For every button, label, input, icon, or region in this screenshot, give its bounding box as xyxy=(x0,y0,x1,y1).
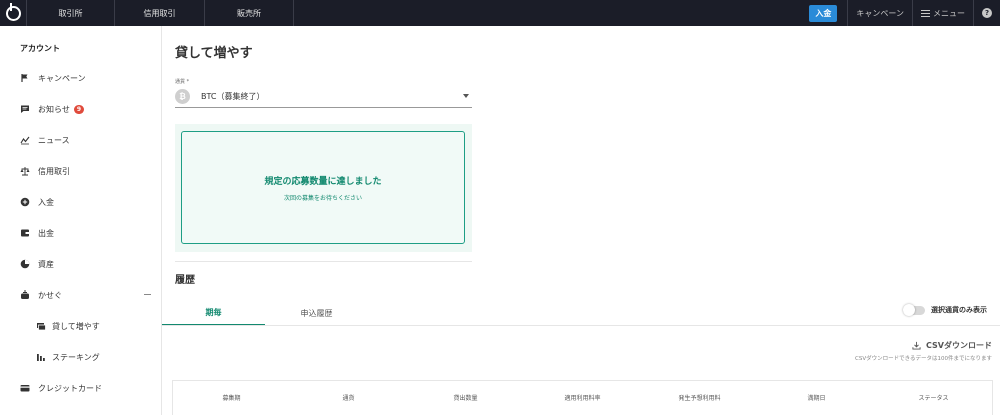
currency-value: BTC（募集終了） xyxy=(201,92,265,101)
scale-icon xyxy=(20,166,30,176)
table-header-cell[interactable]: 発生予想利用料 xyxy=(641,393,758,402)
logo-icon xyxy=(5,2,21,21)
history-table: 募集期 通貨 貸出数量 適用利用料率 発生予想利用料 満期日 ステータス xyxy=(172,380,993,415)
sidebar-item-label: 信用取引 xyxy=(38,166,70,176)
history-title: 履歴 xyxy=(175,275,195,286)
top-right-actions: 入金 キャンペーン メニュー ? xyxy=(809,0,1000,26)
pie-chart-icon xyxy=(20,259,30,269)
message-icon xyxy=(20,104,30,114)
csv-note: CSVダウンロードできるデータは100件までになります xyxy=(855,356,992,362)
wallet-icon xyxy=(20,228,30,238)
currency-select[interactable]: ₿ BTC（募集終了） xyxy=(175,86,472,108)
sidebar-item-credit-card[interactable]: クレジットカード xyxy=(0,378,161,398)
table-header-cell[interactable]: 適用利用料率 xyxy=(524,393,641,402)
plus-circle-icon xyxy=(20,197,30,207)
sidebar-item-assets[interactable]: 資産 xyxy=(0,254,161,274)
piggy-bank-icon xyxy=(20,290,30,300)
top-nav-margin[interactable]: 信用取引 xyxy=(114,0,204,26)
sidebar-item-news[interactable]: ニュース xyxy=(0,130,161,150)
notice-title: 規定の応募数量に達しました xyxy=(264,176,382,187)
history-tabs: 期毎 申込履歴 xyxy=(162,300,368,326)
sidebar-item-label: 貸して増やす xyxy=(52,321,100,331)
top-nav-exchange[interactable]: 取引所 xyxy=(26,0,114,26)
sidebar-item-label: かせぐ xyxy=(38,290,62,300)
logo[interactable] xyxy=(0,0,26,26)
table-header-cell[interactable]: 通貨 xyxy=(290,393,407,402)
hamburger-icon xyxy=(921,8,930,19)
sidebar-item-label: クレジットカード xyxy=(38,383,102,393)
deposit-button[interactable]: 入金 xyxy=(809,4,838,22)
divider xyxy=(175,261,472,262)
help-icon: ? xyxy=(982,8,992,18)
campaign-link[interactable]: キャンペーン xyxy=(847,0,912,26)
notification-badge: 9 xyxy=(73,104,85,114)
sidebar-item-label: 資産 xyxy=(38,259,54,269)
selected-currency-toggle[interactable]: 選択通貨のみ表示 xyxy=(903,303,987,316)
sidebar-item-news-notice[interactable]: お知らせ 9 xyxy=(0,99,161,119)
sidebar-item-withdraw[interactable]: 出金 xyxy=(0,223,161,243)
tab-application-history[interactable]: 申込履歴 xyxy=(265,300,368,326)
page-title: 貸して増やす xyxy=(175,46,253,61)
news-chart-icon xyxy=(20,135,30,145)
toggle-label: 選択通貨のみ表示 xyxy=(931,306,987,314)
sidebar: アカウント キャンペーン お知らせ 9 ニュース 信用取引 入金 出金 資産 か… xyxy=(0,26,162,415)
download-icon xyxy=(912,341,921,350)
sidebar-item-staking[interactable]: ステーキング xyxy=(0,347,161,367)
sidebar-item-label: 出金 xyxy=(38,228,54,238)
table-header-cell[interactable]: 満期日 xyxy=(758,393,875,402)
csv-download-label: CSVダウンロード xyxy=(926,341,992,350)
sidebar-item-lend[interactable]: 貸して増やす xyxy=(0,316,161,336)
chevron-down-icon xyxy=(463,94,469,98)
menu-label: メニュー xyxy=(933,8,965,18)
table-header-cell[interactable]: 募集期 xyxy=(173,393,290,402)
notice-box: 規定の応募数量に達しました 次回の募集をお待ちください xyxy=(181,131,465,244)
sidebar-item-label: お知らせ xyxy=(38,104,70,114)
sidebar-item-label: ニュース xyxy=(38,135,70,145)
table-header-row: 募集期 通貨 貸出数量 適用利用料率 発生予想利用料 満期日 ステータス xyxy=(173,381,992,414)
lend-icon xyxy=(36,321,46,331)
sidebar-item-label: ステーキング xyxy=(52,352,100,362)
sidebar-item-label: キャンペーン xyxy=(38,73,86,83)
sidebar-item-deposit[interactable]: 入金 xyxy=(0,192,161,212)
table-header-cell[interactable]: ステータス xyxy=(875,393,992,402)
menu-button[interactable]: メニュー xyxy=(912,0,973,26)
top-nav-sales[interactable]: 販売所 xyxy=(204,0,294,26)
sidebar-item-campaign[interactable]: キャンペーン xyxy=(0,68,161,88)
top-nav: 取引所 信用取引 販売所 xyxy=(26,0,294,26)
collapse-icon[interactable] xyxy=(144,294,151,295)
tab-period[interactable]: 期毎 xyxy=(162,300,265,326)
csv-download-button[interactable]: CSVダウンロード xyxy=(912,340,992,351)
sidebar-item-label: 入金 xyxy=(38,197,54,207)
notice-panel: 規定の応募数量に達しました 次回の募集をお待ちください xyxy=(175,124,472,252)
tabs-divider xyxy=(162,325,1000,326)
sidebar-item-earn[interactable]: かせぐ xyxy=(0,285,161,305)
sidebar-item-margin[interactable]: 信用取引 xyxy=(0,161,161,181)
top-bar: 取引所 信用取引 販売所 入金 キャンペーン メニュー ? xyxy=(0,0,1000,26)
notice-subtitle: 次回の募集をお待ちください xyxy=(283,194,362,202)
toggle-switch[interactable] xyxy=(903,303,925,316)
bitcoin-icon: ₿ xyxy=(175,89,190,104)
sidebar-title: アカウント xyxy=(20,44,60,53)
table-header-cell[interactable]: 貸出数量 xyxy=(407,393,524,402)
flag-icon xyxy=(20,73,30,83)
bar-chart-icon xyxy=(36,352,46,362)
currency-label: 通貨 * xyxy=(175,79,190,85)
help-button[interactable]: ? xyxy=(973,0,1000,26)
credit-card-icon xyxy=(20,383,30,393)
